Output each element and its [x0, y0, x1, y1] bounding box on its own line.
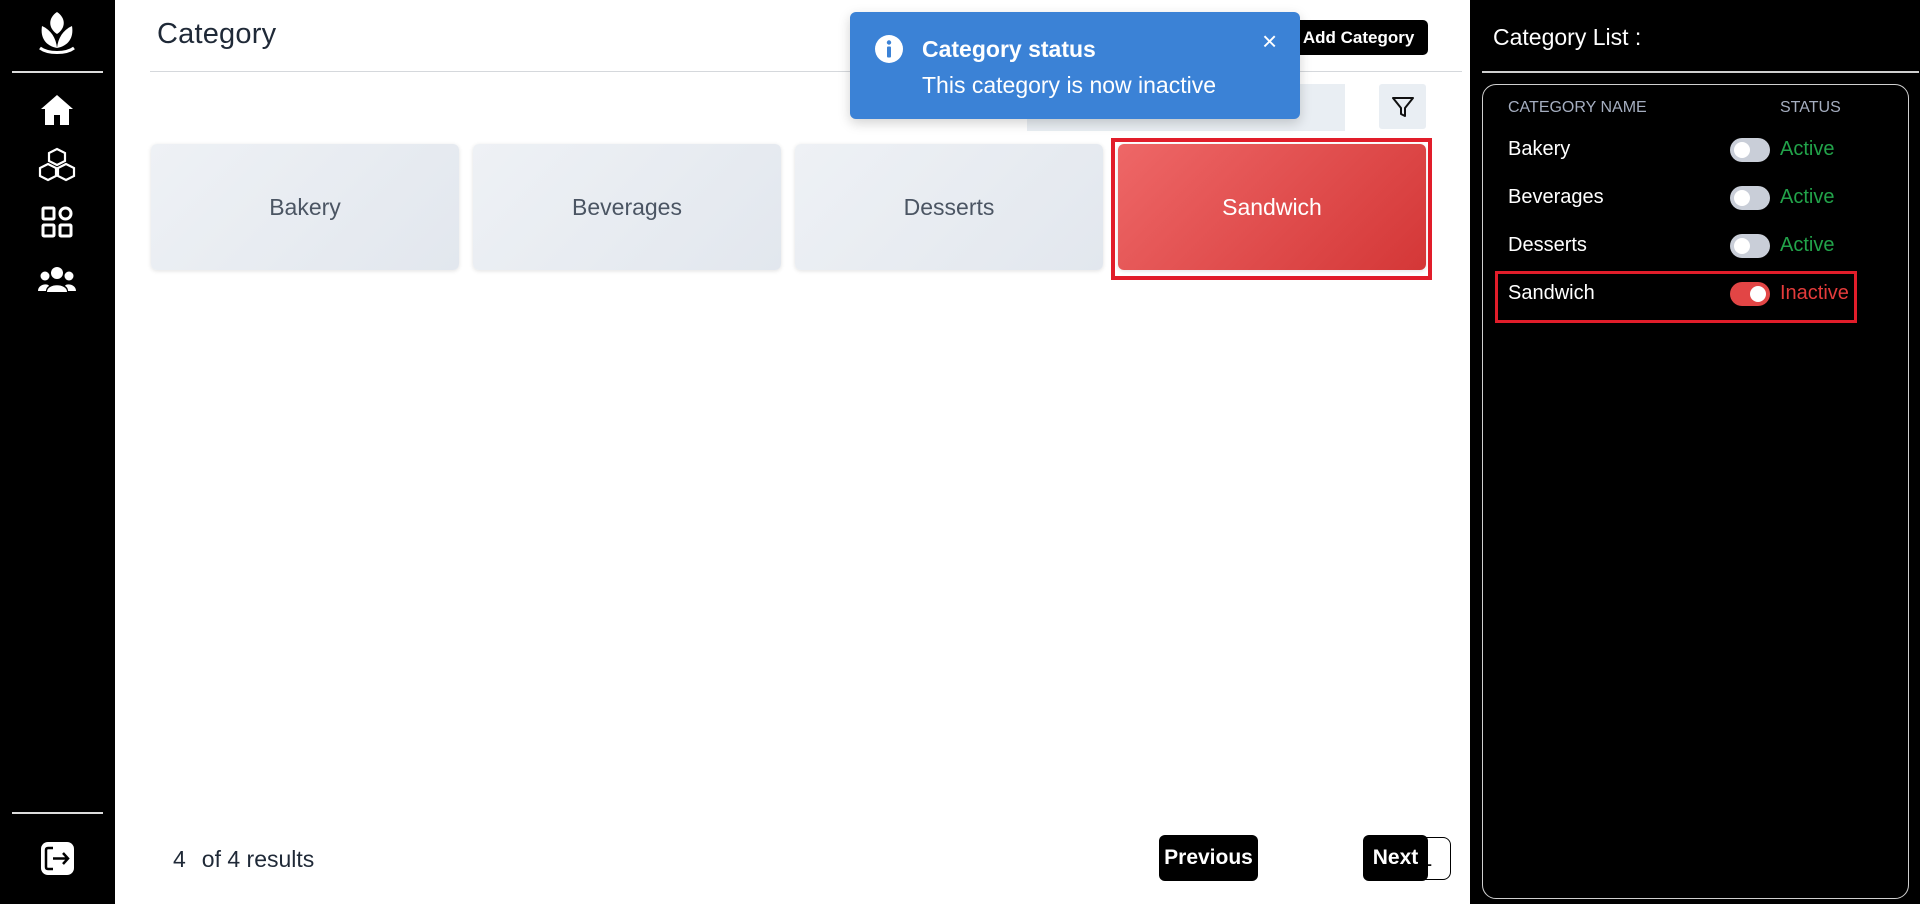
- column-header-name: CATEGORY NAME: [1508, 99, 1647, 116]
- status-toggle[interactable]: [1730, 186, 1770, 210]
- category-card-beverages[interactable]: Beverages: [473, 144, 781, 270]
- selected-row-highlight: [1495, 271, 1857, 323]
- page-title: Category: [157, 18, 277, 50]
- next-button[interactable]: Next: [1363, 835, 1428, 881]
- cubes-icon: [38, 147, 76, 182]
- panel-title: Category List :: [1493, 24, 1642, 50]
- toast-title: Category status: [922, 36, 1096, 62]
- result-count-number: 4: [173, 846, 186, 872]
- icon-sidebar: [0, 0, 115, 904]
- category-list-panel: Category List : CATEGORY NAME STATUS Bak…: [1470, 0, 1920, 904]
- nav-users-button[interactable]: [37, 260, 77, 300]
- row-status: Active: [1780, 234, 1835, 256]
- row-name: Beverages: [1508, 186, 1604, 208]
- nav-products-button[interactable]: [37, 145, 77, 185]
- category-row-beverages: Beverages Active: [1508, 184, 1888, 214]
- home-icon: [41, 95, 73, 125]
- category-card-bakery[interactable]: Bakery: [151, 144, 459, 270]
- leaf-logo-icon: [39, 12, 75, 54]
- category-card-desserts[interactable]: Desserts: [795, 144, 1103, 270]
- filter-icon: [1391, 96, 1414, 117]
- category-row-desserts: Desserts Active: [1508, 232, 1888, 262]
- row-name: Desserts: [1508, 234, 1587, 256]
- sidebar-divider-bottom: [12, 812, 103, 814]
- toast-message: This category is now inactive: [922, 72, 1217, 98]
- grid-icon: [41, 206, 73, 238]
- info-icon: [875, 35, 903, 63]
- close-icon[interactable]: ×: [1262, 28, 1277, 54]
- row-status: Active: [1780, 138, 1835, 160]
- filter-button[interactable]: [1379, 84, 1426, 129]
- category-row-bakery: Bakery Active: [1508, 136, 1888, 166]
- status-toggle[interactable]: [1730, 234, 1770, 258]
- sidebar-divider: [12, 71, 103, 73]
- selected-card-highlight: [1111, 138, 1432, 280]
- status-toggle[interactable]: [1730, 138, 1770, 162]
- toggle-knob: [1734, 142, 1750, 158]
- users-icon: [38, 267, 76, 292]
- main-content: Category + Add Category Bakery Beverages…: [115, 0, 1470, 904]
- status-toast: Category status This category is now ina…: [850, 12, 1300, 119]
- toggle-knob: [1734, 238, 1750, 254]
- add-category-label: Add Category: [1302, 27, 1415, 47]
- column-header-status: STATUS: [1780, 99, 1841, 116]
- nav-home-button[interactable]: [37, 90, 77, 130]
- row-name: Bakery: [1508, 138, 1571, 160]
- toggle-knob: [1734, 190, 1750, 206]
- logout-icon[interactable]: [39, 840, 76, 877]
- nav-category-button[interactable]: [37, 202, 77, 242]
- previous-button[interactable]: Previous: [1159, 835, 1258, 881]
- panel-divider: [1482, 71, 1919, 73]
- result-count-text: of 4 results: [201, 846, 315, 872]
- row-status: Active: [1780, 186, 1835, 208]
- result-count: 4 of 4 results: [173, 846, 314, 873]
